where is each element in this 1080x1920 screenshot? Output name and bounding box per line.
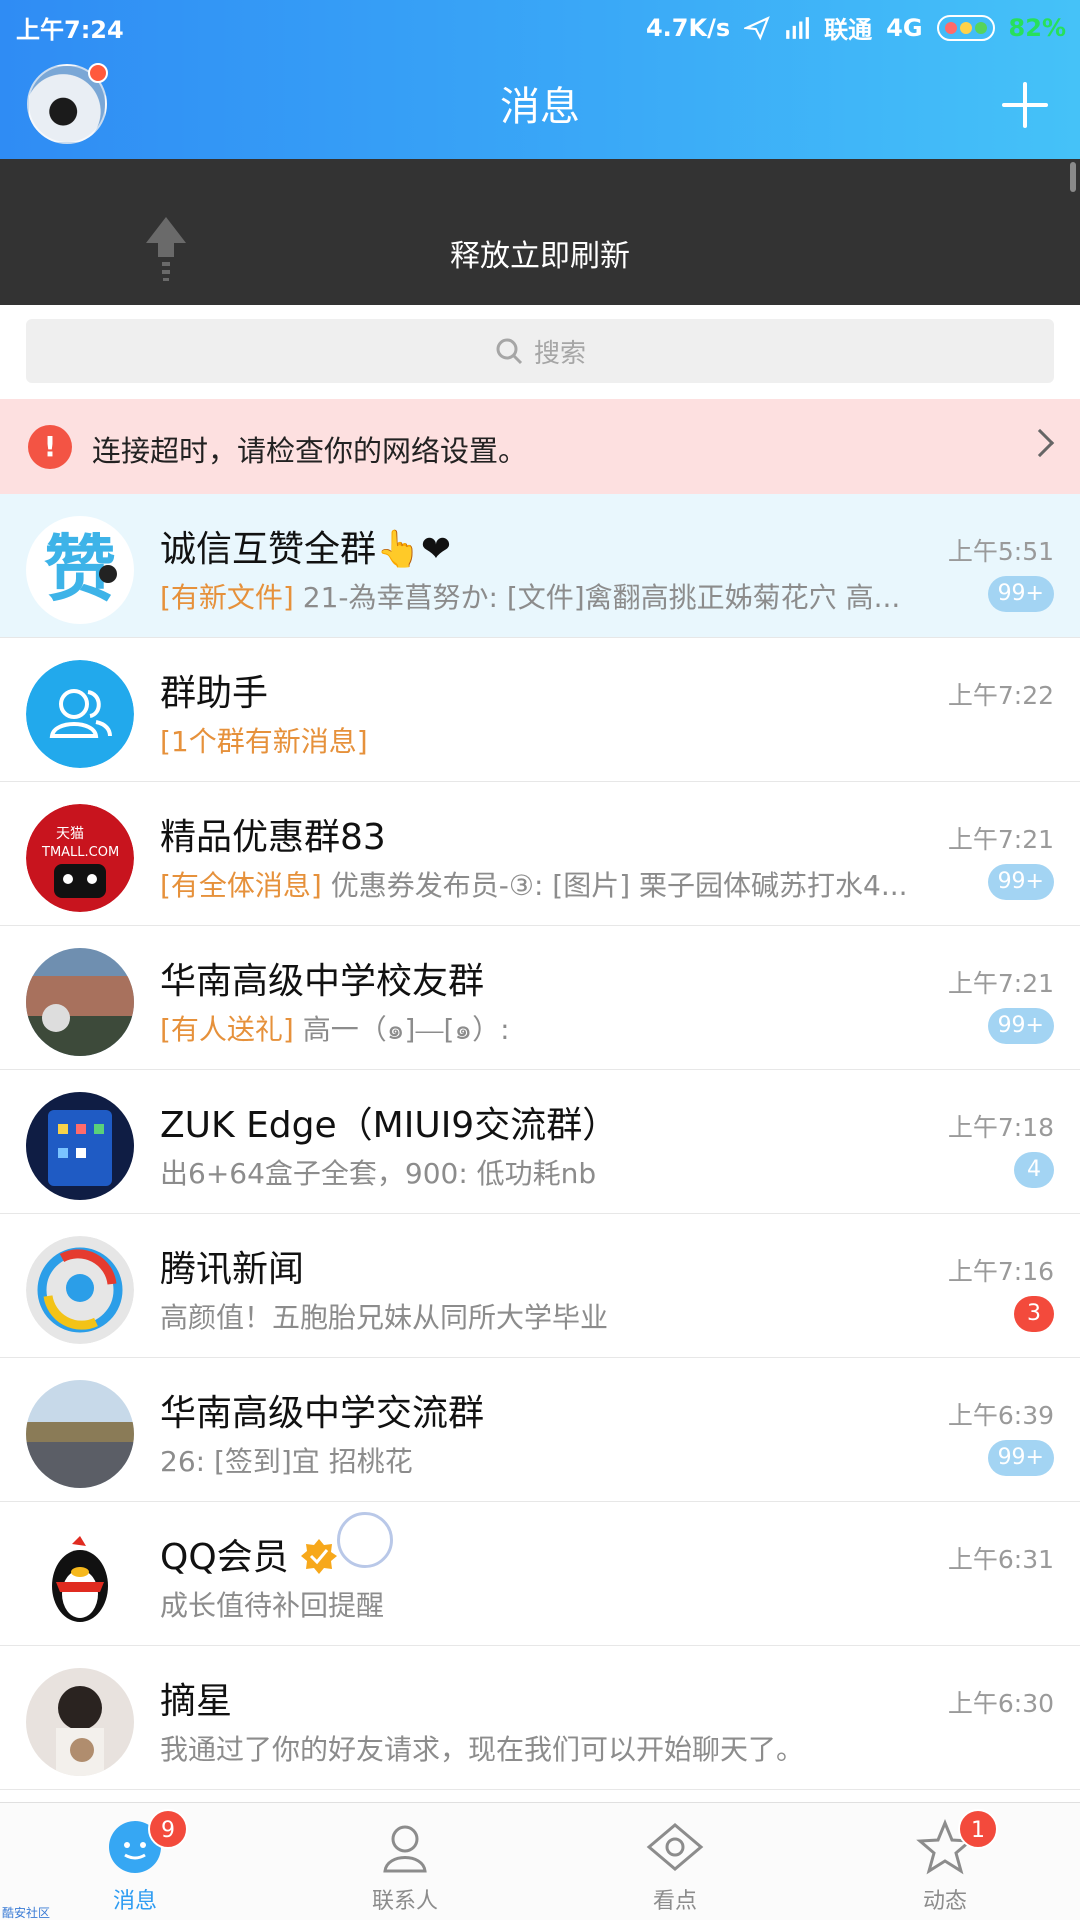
alert-icon: ! <box>28 425 72 469</box>
unread-badge: 3 <box>1014 1296 1054 1332</box>
conversation-preview: [1个群有新消息] <box>160 725 368 758</box>
tmall-avatar: 天猫 TMALL.COM <box>26 804 134 912</box>
conversation-row[interactable]: 摘星 我通过了你的好友请求，现在我们可以开始聊天了。 上午6:30 <box>0 1646 1080 1790</box>
unread-badge: 99+ <box>987 576 1054 612</box>
group-helper-avatar <box>26 660 134 768</box>
conversation-time: 上午6:31 <box>947 1545 1054 1574</box>
carrier: 联通 <box>824 16 873 44</box>
conversation-row[interactable]: 华南高级中学校友群 [有人送礼] 高一（๑]⎯⎯[๑）: 上午7:21 99+ <box>0 926 1080 1070</box>
conversation-preview: [有新文件] 21-為幸菖努か: [文件]禽翻高挑正姊菊花穴 高... <box>160 581 901 614</box>
header: 上午7:24 4.7K/s 联通 4G 82% 消息 <box>0 0 1080 159</box>
title-bar: 消息 <box>0 52 1080 159</box>
tencent-news-avatar <box>26 1236 134 1344</box>
tab-messages[interactable]: 9 消息 <box>0 1803 270 1920</box>
pull-refresh-panel: 释放立即刷新 <box>0 159 1080 305</box>
battery-icon <box>936 14 995 41</box>
warning-text: 连接超时，请检查你的网络设置。 <box>92 434 528 468</box>
unread-badge: 99+ <box>987 1008 1054 1044</box>
conversation-row[interactable]: 赞 诚信互赞全群👆❤ [有新文件] 21-為幸菖努か: [文件]禽翻高挑正姊菊花… <box>0 494 1080 638</box>
conversation-name: 华南高级中学校友群 <box>160 961 485 1002</box>
contact-avatar <box>26 1668 134 1776</box>
group-avatar: 赞 <box>26 516 134 624</box>
conversation-preview: 高颜值！五胞胎兄妹从同所大学毕业 <box>160 1301 609 1334</box>
search-placeholder: 搜索 <box>533 338 586 369</box>
contacts-icon <box>383 1825 427 1873</box>
conversation-time: 上午6:39 <box>947 1401 1054 1430</box>
conversation-time: 上午5:51 <box>947 537 1054 566</box>
search-bar-container: 搜索 <box>0 305 1080 399</box>
network-speed: 4.7K/s <box>645 13 731 42</box>
search-icon <box>496 338 523 365</box>
watermark: 酷安社区 <box>2 1906 51 1920</box>
conversation-time: 上午7:21 <box>947 825 1054 854</box>
conversation-time: 上午7:18 <box>947 1113 1054 1142</box>
conversation-time: 上午7:16 <box>947 1257 1054 1286</box>
conversation-row[interactable]: 群助手 [1个群有新消息] 上午7:22 <box>0 638 1080 782</box>
tab-label: 联系人 <box>371 1889 438 1914</box>
refresh-text: 释放立即刷新 <box>450 239 630 274</box>
group-photo-avatar <box>26 1380 134 1488</box>
conversation-time: 上午6:30 <box>947 1689 1054 1718</box>
conversation-name: 诚信互赞全群👆❤ <box>160 529 451 570</box>
status-right: 4.7K/s 联通 4G 82% <box>646 10 1066 45</box>
bottom-tab-bar: 9 消息 联系人 看点 1 动态 <box>0 1802 1080 1920</box>
conversation-row[interactable]: QQ会员 成长值待补回提醒 上午6:31 <box>0 1502 1080 1646</box>
network-type: 4G <box>886 13 923 42</box>
tab-label: 动态 <box>922 1889 967 1914</box>
eye-icon <box>646 1823 704 1871</box>
svg-text:TMALL.COM: TMALL.COM <box>41 845 119 860</box>
svg-text:天猫: 天猫 <box>56 826 84 842</box>
tab-contacts[interactable]: 联系人 <box>270 1803 540 1920</box>
conversation-preview: 26: [签到]宜 招桃花 <box>160 1445 413 1478</box>
status-time: 上午7:24 <box>16 16 124 44</box>
conversation-name: 腾讯新闻 <box>160 1249 305 1290</box>
school-avatar <box>26 948 134 1056</box>
tab-feed[interactable]: 1 动态 <box>810 1803 1080 1920</box>
conversation-row[interactable]: 天猫 TMALL.COM 精品优惠群83 [有全体消息] 优惠券发布员-③: [图… <box>0 782 1080 926</box>
conversation-preview: [有人送礼] 高一（๑]⎯⎯[๑）: <box>160 1013 510 1046</box>
zuk-avatar <box>26 1092 134 1200</box>
conversation-preview: 出6+64盒子全套，900: 低功耗nb <box>160 1157 597 1190</box>
conversation-name: 精品优惠群83 <box>160 817 386 858</box>
conversation-row[interactable]: 腾讯新闻 高颜值！五胞胎兄妹从同所大学毕业 上午7:16 3 <box>0 1214 1080 1358</box>
signal-icon <box>786 16 810 39</box>
conversation-name: ZUK Edge（MIUI9交流群） <box>160 1105 619 1146</box>
conversation-preview: 我通过了你的好友请求，现在我们可以开始聊天了。 <box>160 1733 805 1766</box>
conversation-name: QQ会员 <box>160 1528 338 1580</box>
tab-badge: 1 <box>958 1809 998 1849</box>
conversation-time: 上午7:21 <box>947 969 1054 998</box>
unread-badge: 99+ <box>987 1440 1054 1476</box>
add-plus-button[interactable] <box>1000 80 1050 130</box>
unread-badge: 99+ <box>987 864 1054 900</box>
status-bar: 上午7:24 4.7K/s 联通 4G 82% <box>0 0 1080 52</box>
touch-indicator <box>337 1512 393 1568</box>
tab-discover[interactable]: 看点 <box>540 1803 810 1920</box>
conversation-row[interactable]: 华南高级中学交流群 26: [签到]宜 招桃花 上午6:39 99+ <box>0 1358 1080 1502</box>
conversation-name: 摘星 <box>160 1681 233 1722</box>
scrollbar[interactable] <box>1070 162 1076 192</box>
verified-badge-icon <box>301 1539 338 1574</box>
conversation-name: 华南高级中学交流群 <box>160 1393 485 1434</box>
battery-percent: 82% <box>1008 13 1066 42</box>
conversation-list: 赞 诚信互赞全群👆❤ [有新文件] 21-為幸菖努か: [文件]禽翻高挑正姊菊花… <box>0 494 1080 1790</box>
unread-badge: 4 <box>1014 1152 1054 1188</box>
tab-badge: 9 <box>148 1809 188 1849</box>
conversation-time: 上午7:22 <box>947 681 1054 710</box>
network-warning-banner[interactable]: ! 连接超时，请检查你的网络设置。 <box>0 399 1080 494</box>
send-icon <box>744 15 770 40</box>
tab-label: 看点 <box>652 1889 697 1914</box>
chevron-right-icon <box>1025 428 1055 458</box>
conversation-row[interactable]: ZUK Edge（MIUI9交流群） 出6+64盒子全套，900: 低功耗nb … <box>0 1070 1080 1214</box>
conversation-name: 群助手 <box>160 673 269 714</box>
page-title: 消息 <box>500 84 580 130</box>
qq-penguin-avatar <box>26 1524 134 1632</box>
conversation-preview: [有全体消息] 优惠券发布员-③: [图片] 栗子园体碱苏打水4... <box>160 869 908 902</box>
search-input[interactable]: 搜索 <box>26 319 1054 383</box>
conversation-preview: 成长值待补回提醒 <box>160 1589 385 1622</box>
